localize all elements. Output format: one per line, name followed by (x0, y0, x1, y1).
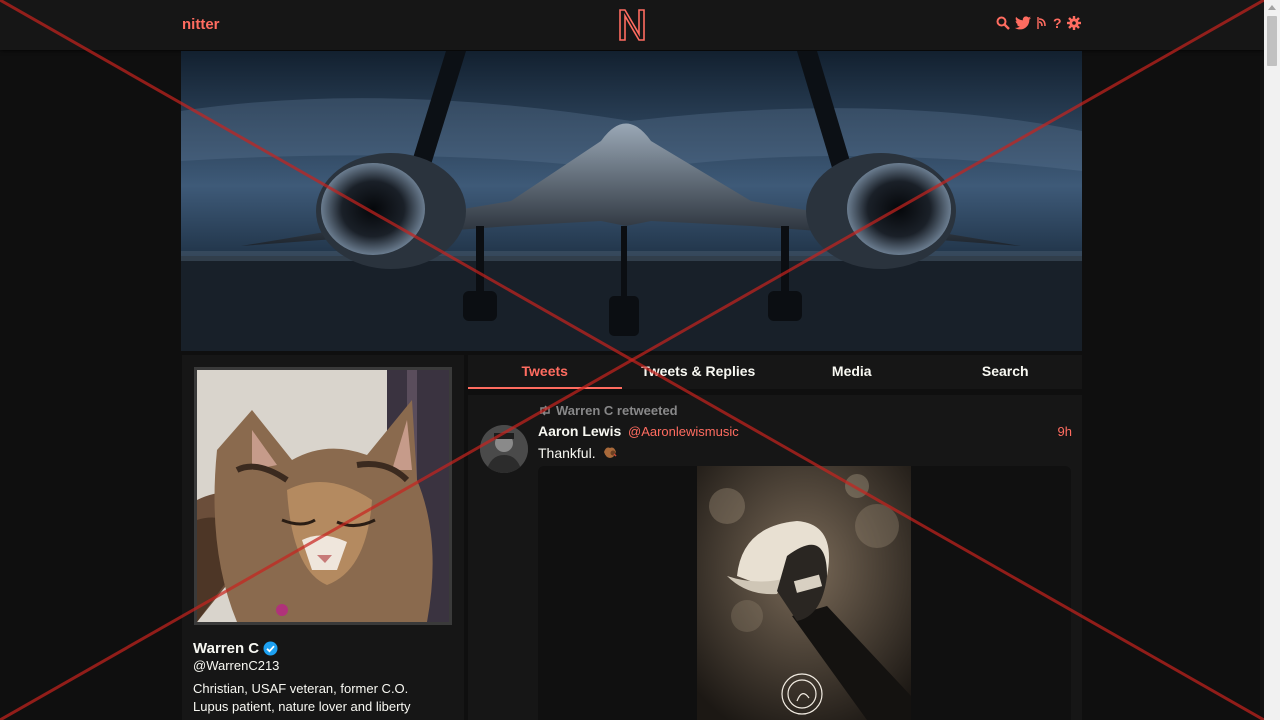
verified-icon (263, 641, 278, 656)
profile-bio: Christian, USAF veteran, former C.O. Lup… (193, 680, 443, 716)
banner-image (181, 51, 1082, 351)
svg-text:?: ? (1053, 16, 1062, 30)
nav-icons: ? (996, 16, 1081, 30)
tweet-username[interactable]: @Aaronlewismusic (628, 424, 739, 439)
nitter-brand-link[interactable]: nitter (182, 16, 220, 33)
tweet-text: Thankful. (538, 445, 618, 461)
navbar: nitter ? (0, 0, 1264, 50)
retweet-header-text: Warren C retweeted (556, 403, 678, 418)
scroll-up-arrow-icon[interactable] (1268, 5, 1276, 10)
tweet-date[interactable]: 9h (1058, 424, 1072, 439)
gear-icon[interactable] (1067, 16, 1081, 30)
nitter-logo-icon[interactable] (617, 8, 647, 42)
profile-username[interactable]: @WarrenC213 (193, 658, 279, 673)
tweet-attachment[interactable] (538, 466, 1071, 720)
tab-search[interactable]: Search (929, 355, 1083, 389)
tweet-text-content: Thankful. (538, 445, 596, 461)
profile-banner[interactable] (181, 51, 1082, 351)
tweet-avatar-image (480, 425, 528, 473)
attachment-image[interactable] (697, 466, 911, 720)
profile-avatar[interactable] (194, 367, 452, 625)
profile-card: Warren C @WarrenC213 Christian, USAF vet… (182, 355, 464, 720)
timeline: Warren C retweeted Aaron Lewis @Aaronlew… (468, 395, 1082, 720)
profile-fullname-text: Warren C (193, 640, 260, 657)
rss-icon[interactable] (1036, 16, 1048, 30)
profile-fullname[interactable]: Warren C (193, 640, 278, 657)
avatar-image (197, 370, 449, 622)
retweet-icon (540, 405, 550, 416)
bio-line: Lupus patient, nature lover and liberty (193, 699, 411, 714)
help-icon[interactable]: ? (1053, 16, 1062, 30)
tab-media[interactable]: Media (775, 355, 929, 389)
tab-tweets-replies[interactable]: Tweets & Replies (622, 355, 776, 389)
tweet-fullname[interactable]: Aaron Lewis (538, 423, 621, 439)
page-scrollbar[interactable] (1264, 0, 1280, 720)
attachment-photo (697, 466, 911, 720)
tweet-avatar[interactable] (480, 425, 528, 473)
timeline-tabs: Tweets Tweets & Replies Media Search (468, 355, 1082, 389)
tab-tweets[interactable]: Tweets (468, 355, 622, 389)
search-icon[interactable] (996, 16, 1010, 30)
turkey-emoji-icon (603, 447, 617, 458)
twitter-icon[interactable] (1015, 16, 1031, 30)
scroll-thumb[interactable] (1267, 16, 1277, 66)
retweet-header[interactable]: Warren C retweeted (538, 403, 678, 418)
bio-line: Christian, USAF veteran, former C.O. (193, 681, 409, 696)
